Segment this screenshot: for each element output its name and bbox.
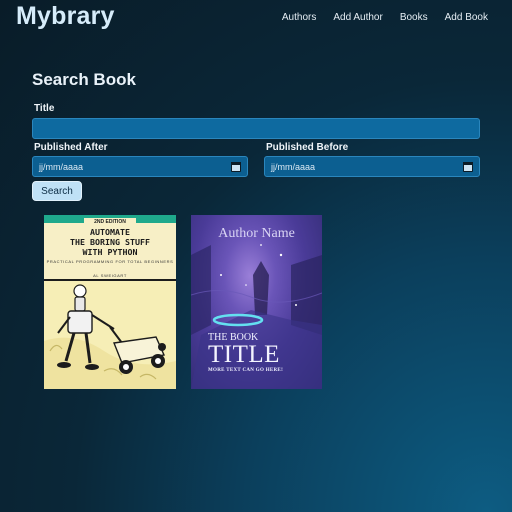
page-title: Search Book [32, 70, 136, 89]
cover-title-line: THE BORING STUFF [70, 237, 150, 247]
cover-title: AUTOMATE THE BORING STUFF WITH PYTHON [44, 227, 176, 257]
brand-logo[interactable]: Mybrary [16, 2, 115, 31]
book-cover-placeholder[interactable]: Author Name THE BOOK TITLE MORE TEXT CAN… [191, 215, 322, 389]
cover-author: AL SWEIGART [93, 273, 127, 278]
title-input[interactable] [32, 118, 480, 139]
cover-title-line: WITH PYTHON [82, 247, 138, 257]
published-before-label: Published Before [266, 142, 349, 153]
cover-edition: 2ND EDITION [84, 218, 136, 226]
nav-books[interactable]: Books [400, 12, 428, 23]
published-after-input[interactable]: jj/mm/aaaa [32, 156, 248, 177]
calendar-icon[interactable] [231, 161, 241, 172]
top-nav: Authors Add Author Books Add Book [265, 12, 488, 23]
cover-illustration-robot-mower [44, 281, 176, 389]
calendar-icon[interactable] [463, 161, 473, 172]
cover-title: TITLE [208, 341, 280, 368]
published-before-input[interactable]: jj/mm/aaaa [264, 156, 480, 177]
published-after-label: Published After [34, 142, 108, 153]
published-after-value: jj/mm/aaaa [39, 161, 84, 172]
nav-authors[interactable]: Authors [282, 12, 316, 23]
search-button[interactable]: Search [32, 181, 82, 201]
book-cover-automate-python[interactable]: 2ND EDITION AUTOMATE THE BORING STUFF WI… [44, 215, 176, 389]
cover-author: Author Name [218, 226, 295, 241]
published-before-value: jj/mm/aaaa [271, 161, 316, 172]
title-label: Title [34, 103, 55, 114]
cover-tagline: MORE TEXT CAN GO HERE! [208, 368, 284, 373]
nav-add-book[interactable]: Add Book [445, 12, 488, 23]
cover-title-line: AUTOMATE [90, 227, 130, 237]
cover-subtitle: PRACTICAL PROGRAMMING FOR TOTAL BEGINNER… [46, 259, 174, 264]
nav-add-author[interactable]: Add Author [333, 12, 382, 23]
